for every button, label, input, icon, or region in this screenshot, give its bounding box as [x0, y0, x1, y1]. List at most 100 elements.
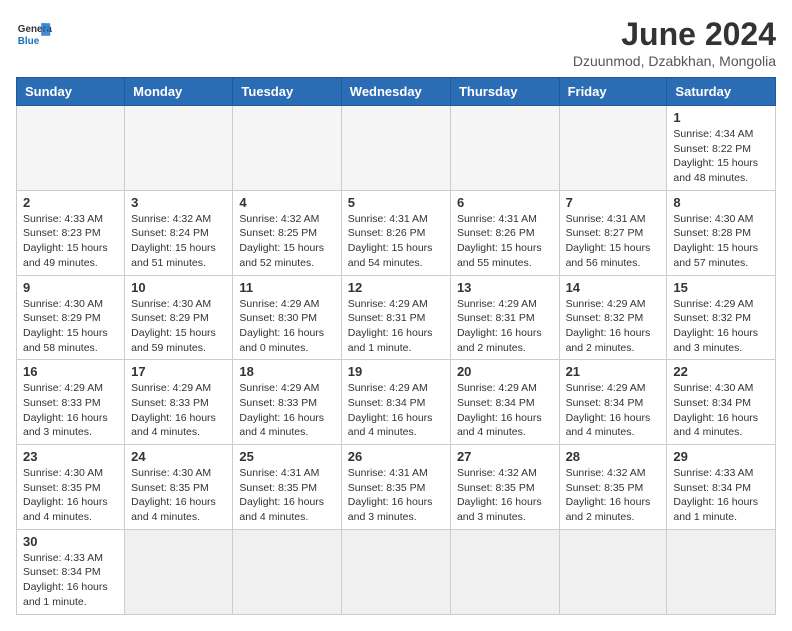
calendar-header: General Blue June 2024 Dzuunmod, Dzabkha…	[16, 16, 776, 69]
day-number: 14	[566, 280, 661, 295]
day-info: Sunrise: 4:33 AM Sunset: 8:23 PM Dayligh…	[23, 212, 118, 271]
calendar-day-cell: 1Sunrise: 4:34 AM Sunset: 8:22 PM Daylig…	[667, 106, 776, 191]
calendar-day-cell	[450, 106, 559, 191]
day-number: 6	[457, 195, 553, 210]
day-number: 22	[673, 364, 769, 379]
month-title: June 2024	[573, 16, 776, 53]
calendar-day-cell	[341, 529, 450, 614]
calendar-day-cell: 14 Sunrise: 4:29 AM Sunset: 8:32 PM Dayli…	[559, 275, 667, 360]
calendar-day-cell	[233, 529, 341, 614]
day-number: 20	[457, 364, 553, 379]
day-info: Sunrise: 4:31 AM Sunset: 8:27 PM Dayligh…	[566, 212, 661, 271]
day-number: 9	[23, 280, 118, 295]
day-number: 17	[131, 364, 226, 379]
day-number: 12	[348, 280, 444, 295]
calendar-day-cell: 15Sunrise: 4:29 AM Sunset: 8:32 PM Dayli…	[667, 275, 776, 360]
calendar-week-row: 9 Sunrise: 4:30 AM Sunset: 8:29 PM Daylig…	[17, 275, 776, 360]
day-number: 30	[23, 534, 118, 549]
calendar-day-cell: 13 Sunrise: 4:29 AM Sunset: 8:31 PM Dayli…	[450, 275, 559, 360]
calendar-table: SundayMondayTuesdayWednesdayThursdayFrid…	[16, 77, 776, 615]
day-number: 13	[457, 280, 553, 295]
day-number: 16	[23, 364, 118, 379]
day-info: Sunrise: 4:29 AM Sunset: 8:33 PM Dayligh…	[239, 381, 334, 440]
weekday-header-wednesday: Wednesday	[341, 78, 450, 106]
title-area: June 2024 Dzuunmod, Dzabkhan, Mongolia	[573, 16, 776, 69]
day-number: 18	[239, 364, 334, 379]
svg-text:Blue: Blue	[18, 36, 40, 47]
day-info: Sunrise: 4:29 AM Sunset: 8:32 PM Dayligh…	[673, 297, 769, 356]
day-number: 5	[348, 195, 444, 210]
day-number: 4	[239, 195, 334, 210]
day-info: Sunrise: 4:32 AM Sunset: 8:25 PM Dayligh…	[239, 212, 334, 271]
calendar-day-cell	[233, 106, 341, 191]
day-info: Sunrise: 4:32 AM Sunset: 8:35 PM Dayligh…	[457, 466, 553, 525]
day-info: Sunrise: 4:30 AM Sunset: 8:35 PM Dayligh…	[23, 466, 118, 525]
day-number: 28	[566, 449, 661, 464]
weekday-header-row: SundayMondayTuesdayWednesdayThursdayFrid…	[17, 78, 776, 106]
calendar-day-cell: 19Sunrise: 4:29 AM Sunset: 8:34 PM Dayli…	[341, 360, 450, 445]
weekday-header-thursday: Thursday	[450, 78, 559, 106]
calendar-day-cell	[667, 529, 776, 614]
day-info: Sunrise: 4:29 AM Sunset: 8:30 PM Dayligh…	[239, 297, 334, 356]
calendar-day-cell: 16Sunrise: 4:29 AM Sunset: 8:33 PM Dayli…	[17, 360, 125, 445]
day-number: 24	[131, 449, 226, 464]
day-number: 26	[348, 449, 444, 464]
day-number: 8	[673, 195, 769, 210]
calendar-week-row: 1Sunrise: 4:34 AM Sunset: 8:22 PM Daylig…	[17, 106, 776, 191]
day-number: 25	[239, 449, 334, 464]
calendar-day-cell: 2 Sunrise: 4:33 AM Sunset: 8:23 PM Daylig…	[17, 190, 125, 275]
calendar-week-row: 30 Sunrise: 4:33 AM Sunset: 8:34 PM Dayli…	[17, 529, 776, 614]
day-info: Sunrise: 4:31 AM Sunset: 8:26 PM Dayligh…	[348, 212, 444, 271]
calendar-day-cell: 20Sunrise: 4:29 AM Sunset: 8:34 PM Dayli…	[450, 360, 559, 445]
day-number: 23	[23, 449, 118, 464]
calendar-day-cell: 7 Sunrise: 4:31 AM Sunset: 8:27 PM Daylig…	[559, 190, 667, 275]
day-info: Sunrise: 4:30 AM Sunset: 8:29 PM Dayligh…	[131, 297, 226, 356]
logo-icon: General Blue	[16, 16, 52, 52]
calendar-day-cell: 27 Sunrise: 4:32 AM Sunset: 8:35 PM Dayli…	[450, 445, 559, 530]
calendar-day-cell: 3Sunrise: 4:32 AM Sunset: 8:24 PM Daylig…	[125, 190, 233, 275]
calendar-day-cell: 21Sunrise: 4:29 AM Sunset: 8:34 PM Dayli…	[559, 360, 667, 445]
calendar-day-cell: 9 Sunrise: 4:30 AM Sunset: 8:29 PM Daylig…	[17, 275, 125, 360]
day-number: 2	[23, 195, 118, 210]
weekday-header-sunday: Sunday	[17, 78, 125, 106]
calendar-day-cell	[17, 106, 125, 191]
day-info: Sunrise: 4:34 AM Sunset: 8:22 PM Dayligh…	[673, 127, 769, 186]
weekday-header-friday: Friday	[559, 78, 667, 106]
calendar-day-cell: 23 Sunrise: 4:30 AM Sunset: 8:35 PM Dayli…	[17, 445, 125, 530]
calendar-day-cell: 30 Sunrise: 4:33 AM Sunset: 8:34 PM Dayli…	[17, 529, 125, 614]
day-info: Sunrise: 4:30 AM Sunset: 8:29 PM Dayligh…	[23, 297, 118, 356]
calendar-day-cell	[559, 529, 667, 614]
calendar-day-cell: 11 Sunrise: 4:29 AM Sunset: 8:30 PM Dayli…	[233, 275, 341, 360]
calendar-day-cell	[125, 529, 233, 614]
day-info: Sunrise: 4:31 AM Sunset: 8:26 PM Dayligh…	[457, 212, 553, 271]
calendar-week-row: 16 Sunrise: 4:29 AM Sunset: 8:33 PM Dayli…	[17, 360, 776, 445]
day-info: Sunrise: 4:29 AM Sunset: 8:31 PM Dayligh…	[348, 297, 444, 356]
calendar-day-cell: 22Sunrise: 4:30 AM Sunset: 8:34 PM Dayli…	[667, 360, 776, 445]
day-number: 29	[673, 449, 769, 464]
calendar-day-cell: 18 Sunrise: 4:29 AM Sunset: 8:33 PM Dayli…	[233, 360, 341, 445]
day-info: Sunrise: 4:29 AM Sunset: 8:32 PM Dayligh…	[566, 297, 661, 356]
calendar-day-cell: 6 Sunrise: 4:31 AM Sunset: 8:26 PM Daylig…	[450, 190, 559, 275]
calendar-day-cell: 4 Sunrise: 4:32 AM Sunset: 8:25 PM Daylig…	[233, 190, 341, 275]
calendar-day-cell	[341, 106, 450, 191]
calendar-week-row: 2 Sunrise: 4:33 AM Sunset: 8:23 PM Daylig…	[17, 190, 776, 275]
calendar-day-cell: 26Sunrise: 4:31 AM Sunset: 8:35 PM Dayli…	[341, 445, 450, 530]
day-info: Sunrise: 4:30 AM Sunset: 8:28 PM Dayligh…	[673, 212, 769, 271]
day-info: Sunrise: 4:32 AM Sunset: 8:35 PM Dayligh…	[566, 466, 661, 525]
calendar-day-cell: 29Sunrise: 4:33 AM Sunset: 8:34 PM Dayli…	[667, 445, 776, 530]
day-info: Sunrise: 4:31 AM Sunset: 8:35 PM Dayligh…	[239, 466, 334, 525]
calendar-day-cell: 12 Sunrise: 4:29 AM Sunset: 8:31 PM Dayli…	[341, 275, 450, 360]
day-info: Sunrise: 4:30 AM Sunset: 8:35 PM Dayligh…	[131, 466, 226, 525]
day-info: Sunrise: 4:29 AM Sunset: 8:34 PM Dayligh…	[348, 381, 444, 440]
day-info: Sunrise: 4:33 AM Sunset: 8:34 PM Dayligh…	[23, 551, 118, 610]
day-number: 27	[457, 449, 553, 464]
day-info: Sunrise: 4:29 AM Sunset: 8:34 PM Dayligh…	[566, 381, 661, 440]
day-info: Sunrise: 4:29 AM Sunset: 8:33 PM Dayligh…	[131, 381, 226, 440]
day-info: Sunrise: 4:29 AM Sunset: 8:31 PM Dayligh…	[457, 297, 553, 356]
calendar-day-cell	[450, 529, 559, 614]
calendar-day-cell	[125, 106, 233, 191]
calendar-day-cell: 24 Sunrise: 4:30 AM Sunset: 8:35 PM Dayli…	[125, 445, 233, 530]
day-number: 7	[566, 195, 661, 210]
calendar-week-row: 23 Sunrise: 4:30 AM Sunset: 8:35 PM Dayli…	[17, 445, 776, 530]
day-number: 11	[239, 280, 334, 295]
